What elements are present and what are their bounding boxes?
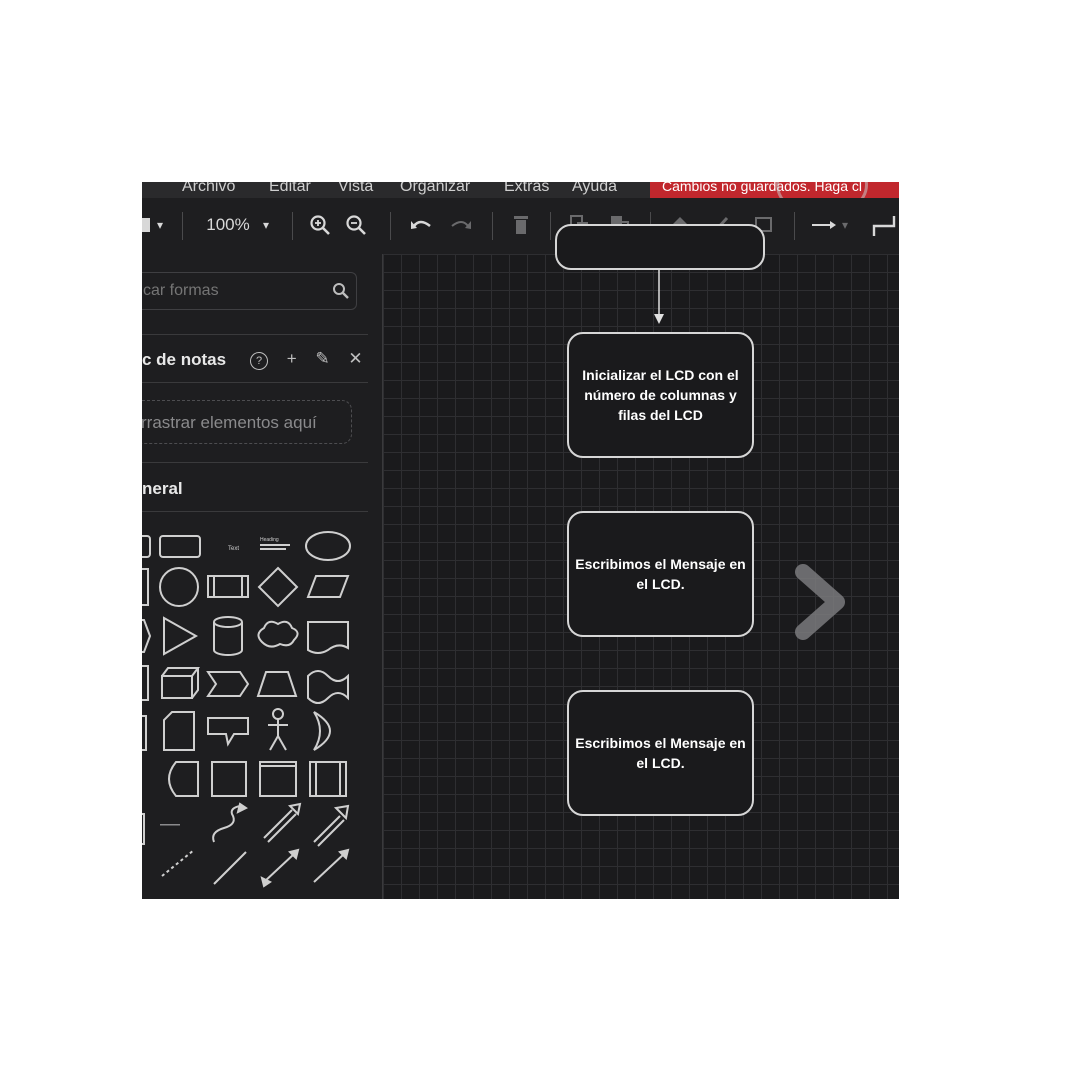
search-shapes-input[interactable] (142, 272, 357, 310)
flow-node-message-1[interactable]: Escribimos el Mensaje en el LCD. (567, 511, 754, 637)
menu-ayuda[interactable]: Ayuda (572, 182, 617, 196)
rounded-rect-shape[interactable] (142, 535, 151, 558)
shape-palette: Text Heading (142, 524, 368, 894)
menu-archivo[interactable]: Archivo (182, 182, 235, 196)
scratchpad-title[interactable]: c de notas (142, 350, 226, 370)
label-shape[interactable] (160, 824, 180, 826)
cylinder-shape[interactable] (213, 616, 243, 656)
divider (142, 511, 368, 512)
square-shape[interactable] (142, 568, 149, 606)
trapezoid-shape[interactable] (256, 671, 298, 697)
arrow-shape[interactable] (313, 804, 350, 847)
bidirectional-arrow-shape[interactable] (263, 802, 302, 843)
callout-shape[interactable] (207, 717, 249, 747)
cube-shape[interactable] (161, 667, 200, 699)
zoom-in-icon[interactable] (308, 212, 332, 238)
close-icon[interactable]: ✕ (348, 349, 362, 369)
dashed-line-shape[interactable] (161, 849, 195, 877)
or-shape[interactable] (313, 711, 331, 751)
rectangle-shape[interactable] (159, 535, 201, 558)
toolbar: ▾ 100% ▾ ▾ (142, 198, 899, 255)
cloud-shape[interactable] (257, 620, 299, 648)
actor-shape[interactable] (268, 708, 288, 751)
waypoints-icon[interactable] (870, 212, 898, 238)
toolbar-separator (550, 212, 551, 240)
zoom-value: 100% (206, 215, 250, 234)
flow-node-message-2[interactable]: Escribimos el Mensaje en el LCD. (567, 690, 754, 816)
card-shape[interactable] (163, 711, 195, 751)
curve-shape[interactable] (212, 802, 248, 843)
undo-icon[interactable] (408, 212, 434, 238)
divider (142, 382, 368, 383)
shapes-sidebar: c de notas ? + ✎ ✕ rrastrar elementos aq… (142, 254, 383, 899)
chevron-right-icon[interactable] (793, 564, 853, 649)
list-shape[interactable] (309, 761, 347, 797)
flow-node-init-lcd[interactable]: Inicializar el LCD con el número de colu… (567, 332, 754, 458)
scratchpad-drop-zone[interactable]: rrastrar elementos aquí (142, 400, 352, 444)
menubar: Archivo Editar Vista Organizar Extras Ay… (142, 182, 899, 218)
connection-caret[interactable]: ▾ (838, 212, 852, 238)
arrowhead-icon (654, 314, 664, 324)
diamond-shape[interactable] (257, 566, 299, 608)
add-icon[interactable]: + (287, 349, 297, 369)
toolbar-separator (794, 212, 795, 240)
toolbar-separator (492, 212, 493, 240)
textbox-shape-lines (260, 548, 286, 550)
menu-extras[interactable]: Extras (504, 182, 549, 196)
frame-shape[interactable] (259, 761, 297, 797)
link-shape[interactable] (142, 813, 145, 845)
textbox-shape-lines (260, 544, 290, 546)
text-shape[interactable]: Text (228, 546, 239, 552)
flow-node-top[interactable] (555, 224, 765, 270)
note-shape[interactable] (142, 715, 147, 751)
diagram-canvas[interactable]: Inicializar el LCD con el número de colu… (383, 224, 899, 899)
step-shape[interactable] (206, 671, 250, 697)
connection-icon[interactable] (810, 212, 838, 238)
zoom-caret[interactable]: ▾ (258, 212, 274, 238)
page-menu-icon[interactable] (142, 212, 152, 238)
redo-icon[interactable] (448, 212, 474, 238)
menu-editar[interactable]: Editar (269, 182, 311, 196)
toolbar-separator (390, 212, 391, 240)
internal-storage-shape[interactable] (142, 665, 149, 701)
ellipse-shape[interactable] (305, 531, 351, 561)
square-container-shape[interactable] (211, 761, 247, 797)
search-icon[interactable] (332, 282, 350, 305)
hexagon-shape[interactable] (142, 619, 152, 653)
general-palette-title[interactable]: neral (142, 479, 183, 499)
textbox-shape[interactable]: Heading (260, 537, 279, 543)
parallelogram-shape[interactable] (306, 575, 350, 598)
zoom-dropdown[interactable]: 100% (198, 212, 258, 238)
toolbar-separator (292, 212, 293, 240)
page-menu-caret[interactable]: ▾ (152, 212, 168, 238)
divider (142, 462, 368, 463)
drawio-window: Archivo Editar Vista Organizar Extras Ay… (142, 182, 899, 899)
zoom-out-icon[interactable] (344, 212, 368, 238)
delete-icon[interactable] (510, 212, 532, 238)
scratchpad-actions: ? + ✎ ✕ (250, 349, 377, 370)
menu-organizar[interactable]: Organizar (400, 182, 470, 196)
triangle-shape[interactable] (163, 616, 199, 656)
line-shape[interactable] (213, 851, 247, 885)
help-icon[interactable]: ? (250, 352, 268, 370)
edit-icon[interactable]: ✎ (315, 349, 329, 369)
directional-connector-shape[interactable] (313, 848, 350, 883)
document-shape[interactable] (307, 621, 349, 654)
divider (142, 334, 368, 335)
data-storage-shape[interactable] (168, 761, 199, 797)
tape-shape[interactable] (307, 670, 349, 704)
process-shape[interactable] (207, 575, 249, 598)
toolbar-separator (182, 212, 183, 240)
menu-vista[interactable]: Vista (338, 182, 373, 196)
circle-shape[interactable] (159, 567, 199, 607)
bidirectional-connector-shape[interactable] (260, 848, 300, 888)
